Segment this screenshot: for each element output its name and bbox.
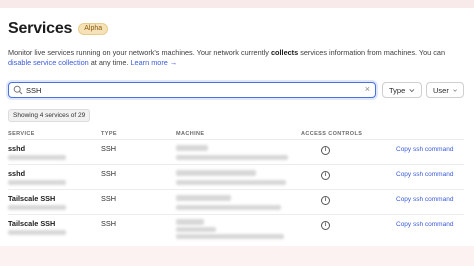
- table-row[interactable]: Tailscale SSH SSH i Copy ssh command: [8, 214, 464, 241]
- table-header: SERVICE TYPE MACHINE ACCESS CONTROLS: [8, 129, 464, 139]
- search-input[interactable]: [23, 85, 349, 95]
- desc-text-2: services information from machines. You …: [300, 48, 446, 57]
- redacted-machine-address: [176, 180, 286, 185]
- service-type: SSH: [101, 194, 117, 203]
- redacted-machine-address: [176, 205, 281, 210]
- user-filter-dropdown[interactable]: User: [426, 82, 464, 98]
- redacted-machine: [176, 219, 204, 225]
- redacted-machine: [176, 227, 216, 232]
- redacted-detail: [8, 180, 66, 185]
- learn-more-link[interactable]: Learn more →: [131, 58, 178, 67]
- copy-ssh-command-button[interactable]: Copy ssh command: [396, 196, 453, 203]
- services-panel: Services Alpha Monitor live services run…: [0, 8, 474, 246]
- service-type: SSH: [101, 169, 117, 178]
- info-icon[interactable]: i: [321, 196, 330, 205]
- top-strip: [0, 0, 474, 8]
- search-icon: [13, 85, 23, 95]
- copy-ssh-command-button[interactable]: Copy ssh command: [396, 221, 453, 228]
- redacted-detail: [8, 155, 66, 160]
- service-name: sshd: [8, 144, 26, 153]
- chevron-down-icon: [453, 89, 457, 92]
- column-header-access: ACCESS CONTROLS: [301, 131, 363, 137]
- redacted-machine-address: [176, 234, 284, 239]
- column-header-type: TYPE: [101, 131, 117, 137]
- desc-text-3: at any time.: [90, 58, 129, 67]
- results-count: Showing 4 services of 29: [8, 109, 91, 122]
- table-row[interactable]: sshd SSH i Copy ssh command: [8, 139, 464, 164]
- service-type: SSH: [101, 219, 117, 228]
- table-row[interactable]: sshd SSH i Copy ssh command: [8, 164, 464, 189]
- info-icon[interactable]: i: [321, 171, 330, 180]
- copy-ssh-command-button[interactable]: Copy ssh command: [396, 146, 453, 153]
- chevron-down-icon: [409, 88, 415, 92]
- clear-icon[interactable]: ×: [365, 84, 370, 94]
- service-name: Tailscale SSH: [8, 219, 56, 228]
- desc-bold: collects: [271, 48, 299, 57]
- column-header-machine: MACHINE: [176, 131, 205, 137]
- user-filter-label: User: [433, 85, 449, 95]
- page-description: Monitor live services running on your ne…: [8, 48, 463, 68]
- redacted-machine: [176, 195, 231, 201]
- type-filter-dropdown[interactable]: Type: [382, 82, 422, 98]
- disable-collection-link[interactable]: disable service collection: [8, 58, 89, 67]
- redacted-detail: [8, 230, 66, 235]
- copy-ssh-command-button[interactable]: Copy ssh command: [396, 171, 453, 178]
- service-name: sshd: [8, 169, 26, 178]
- alpha-badge: Alpha: [78, 23, 109, 35]
- bottom-strip: [0, 246, 474, 266]
- redacted-machine: [176, 170, 256, 176]
- service-type: SSH: [101, 144, 117, 153]
- search-box[interactable]: ×: [8, 82, 376, 98]
- info-icon[interactable]: i: [321, 221, 330, 230]
- table-row[interactable]: Tailscale SSH SSH i Copy ssh command: [8, 189, 464, 214]
- column-header-service: SERVICE: [8, 131, 35, 137]
- redacted-machine: [176, 145, 208, 151]
- redacted-detail: [8, 205, 66, 210]
- page-title: Services: [8, 20, 73, 37]
- service-name: Tailscale SSH: [8, 194, 56, 203]
- type-filter-label: Type: [389, 85, 406, 95]
- redacted-machine-address: [176, 155, 288, 160]
- desc-text-1: Monitor live services running on your ne…: [8, 48, 269, 57]
- title-row: Services Alpha: [8, 20, 109, 38]
- info-icon[interactable]: i: [321, 146, 330, 155]
